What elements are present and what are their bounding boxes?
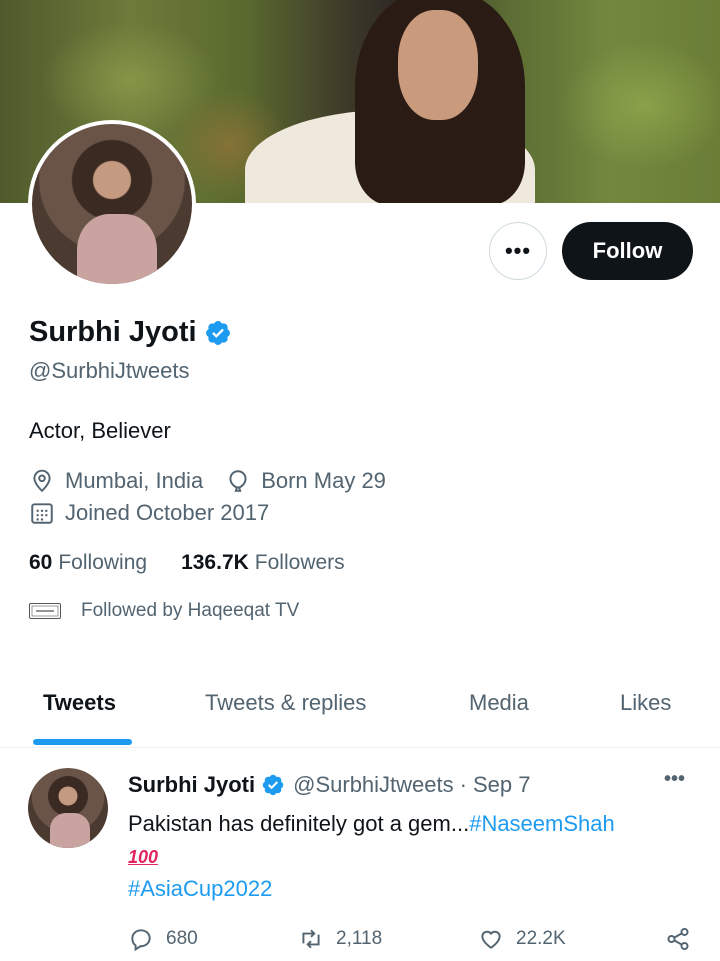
tab-media[interactable]: Media — [469, 690, 529, 716]
calendar-icon — [31, 503, 53, 524]
followers-link[interactable]: 136.7K Followers — [181, 551, 345, 575]
profile-location-text: Mumbai, India — [65, 468, 204, 493]
like-count: 22.2K — [516, 928, 566, 949]
reply-icon — [131, 929, 151, 952]
avatar-figure — [50, 813, 90, 848]
tweet-separator: · — [459, 772, 467, 797]
follower-avatar — [29, 603, 61, 619]
tweet-text-body: Pakistan has definitely got a gem... — [128, 811, 470, 836]
banner-foliage — [560, 40, 720, 170]
profile-location: Mumbai, India — [29, 468, 203, 494]
tweet[interactable]: Surbhi Jyoti @SurbhiJtweets · Sep 7 ••• … — [0, 750, 720, 961]
heart-icon — [481, 930, 501, 949]
tweet-author-handle[interactable]: @SurbhiJtweets — [293, 772, 454, 798]
reply-button[interactable]: 680 — [128, 926, 198, 952]
retweet-count: 2,118 — [336, 928, 383, 949]
hundred-points-emoji: 100 — [128, 847, 159, 867]
balloon-icon — [229, 470, 247, 492]
reply-count: 680 — [166, 928, 198, 949]
retweet-button[interactable]: 2,118 — [298, 926, 382, 952]
follower-logo-icon — [31, 605, 59, 617]
followed-by-row[interactable]: Followed by Haqeeqat TV — [29, 600, 299, 622]
more-options-button[interactable]: ••• — [489, 222, 547, 280]
tweet-text: Pakistan has definitely got a gem...#Nas… — [128, 808, 688, 905]
hashtag-link[interactable]: #NaseemShah — [469, 811, 615, 836]
like-button[interactable]: 22.2K — [478, 926, 566, 952]
following-count: 60 — [29, 551, 53, 574]
profile-stats: 60 Following 136.7K Followers — [29, 551, 379, 575]
profile-display-name: Surbhi Jyoti — [29, 316, 197, 348]
share-button[interactable] — [665, 926, 703, 952]
profile-meta-row: Mumbai, India Born May 29 — [29, 468, 408, 494]
tweet-actions: 680 2,118 22.2K — [128, 926, 693, 956]
banner-figure-face — [398, 10, 478, 120]
tab-tweets-replies[interactable]: Tweets & replies — [205, 690, 366, 716]
tweet-author-avatar[interactable] — [28, 768, 108, 848]
tweet-more-button[interactable]: ••• — [664, 768, 685, 791]
tweet-header: Surbhi Jyoti @SurbhiJtweets · Sep 7 — [128, 772, 530, 798]
followers-count: 136.7K — [181, 551, 249, 574]
following-label: Following — [58, 551, 148, 574]
profile-tabs: Tweets Tweets & replies Media Likes — [0, 680, 720, 748]
followers-label: Followers — [254, 551, 345, 574]
follow-button[interactable]: Follow — [562, 222, 693, 280]
active-tab-indicator — [33, 739, 132, 745]
hashtag-link[interactable]: #AsiaCup2022 — [128, 876, 272, 901]
profile-joined: Joined October 2017 — [29, 500, 269, 526]
tab-likes[interactable]: Likes — [620, 690, 671, 716]
retweet-icon — [302, 929, 320, 949]
avatar-figure — [77, 214, 157, 284]
profile-handle: @SurbhiJtweets — [29, 358, 190, 383]
tab-tweets[interactable]: Tweets — [43, 690, 116, 716]
tweet-author-name[interactable]: Surbhi Jyoti — [128, 772, 255, 798]
profile-birthday-text: Born May 29 — [261, 468, 386, 493]
following-link[interactable]: 60 Following — [29, 551, 147, 575]
profile-meta-row: Joined October 2017 — [29, 500, 291, 526]
tweet-date[interactable]: Sep 7 — [473, 772, 531, 798]
profile-birthday: Born May 29 — [225, 468, 386, 494]
profile-joined-text: Joined October 2017 — [65, 500, 270, 525]
verified-badge-icon — [262, 774, 284, 796]
profile-name-row: Surbhi Jyoti — [29, 316, 232, 349]
share-icon — [667, 927, 689, 951]
profile-avatar[interactable] — [28, 120, 196, 288]
followed-by-text: Followed by Haqeeqat TV — [81, 600, 300, 621]
location-pin-icon — [33, 469, 51, 493]
verified-badge-icon[interactable] — [204, 319, 232, 347]
profile-bio: Actor, Believer — [29, 418, 171, 443]
